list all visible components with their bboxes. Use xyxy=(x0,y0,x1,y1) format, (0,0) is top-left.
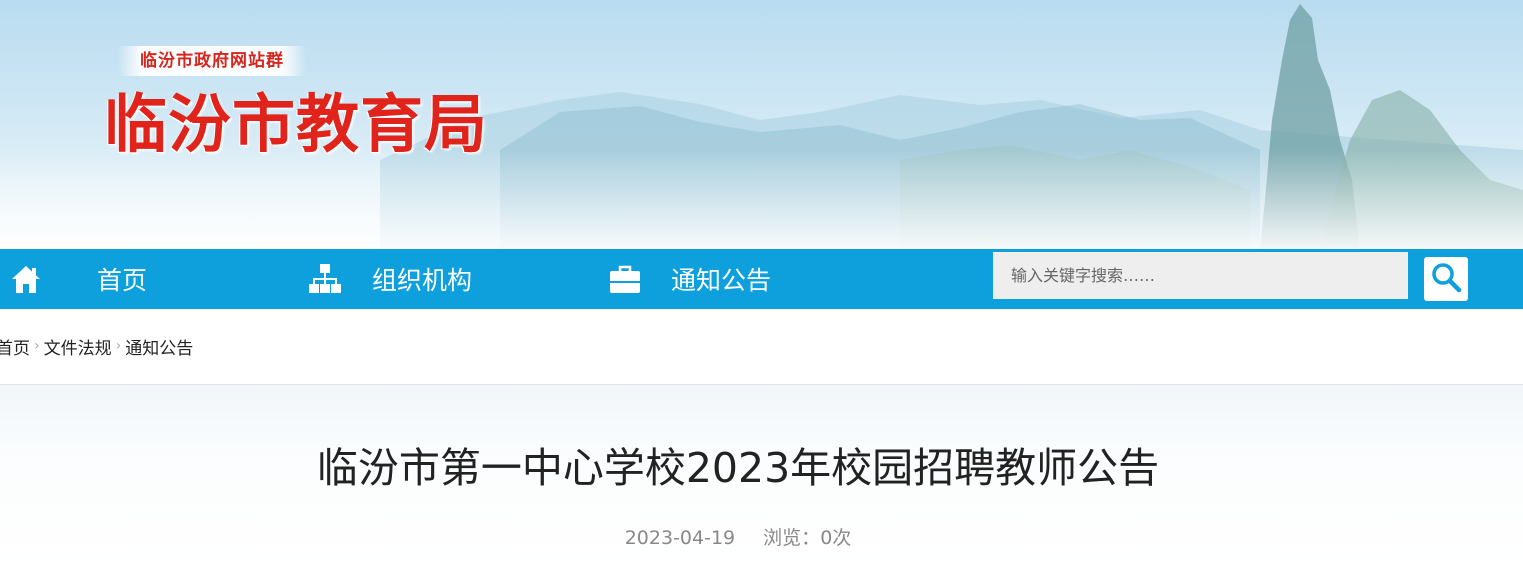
breadcrumb: 首页 › 文件法规 › 通知公告 xyxy=(0,334,193,359)
nav-item-org[interactable]: 组织机构 xyxy=(308,249,472,309)
search-icon xyxy=(1430,261,1462,297)
nav-item-org-label: 组织机构 xyxy=(372,266,473,295)
briefcase-icon xyxy=(608,262,642,296)
breadcrumb-documents[interactable]: 文件法规 xyxy=(44,334,112,359)
chevron-right-icon: › xyxy=(34,338,40,354)
home-icon xyxy=(9,262,43,296)
article-title: 临汾市第一中心学校2023年校园招聘教师公告 xyxy=(316,444,1160,492)
view-count-label: 浏览： xyxy=(763,527,821,549)
nav-item-notice-label: 通知公告 xyxy=(671,266,772,295)
view-count-unit: 次 xyxy=(832,527,852,549)
main-nav: 首页 组织机构 通知公告 xyxy=(0,249,1523,309)
breadcrumb-home[interactable]: 首页 xyxy=(0,334,30,359)
site-title: 临汾市教育局 xyxy=(104,87,488,161)
nav-item-notice[interactable]: 通知公告 xyxy=(608,249,771,309)
search-button[interactable] xyxy=(1424,257,1468,301)
site-group-label: 临汾市政府网站群 xyxy=(118,46,306,76)
article-meta: 2023-04-19 浏览：0次 xyxy=(0,524,1476,552)
header-banner: 临汾市政府网站群 临汾市教育局 xyxy=(0,0,1523,249)
view-count-value: 0 xyxy=(820,527,833,549)
search-input[interactable] xyxy=(993,252,1408,299)
publish-date: 2023-04-19 xyxy=(624,527,736,549)
breadcrumb-notices[interactable]: 通知公告 xyxy=(125,334,193,359)
view-count: 浏览：0次 xyxy=(763,527,851,549)
nav-item-home[interactable]: 首页 xyxy=(9,249,147,309)
nav-item-home-label: 首页 xyxy=(97,266,148,295)
org-chart-icon xyxy=(308,262,342,296)
chevron-right-icon: › xyxy=(115,338,122,354)
